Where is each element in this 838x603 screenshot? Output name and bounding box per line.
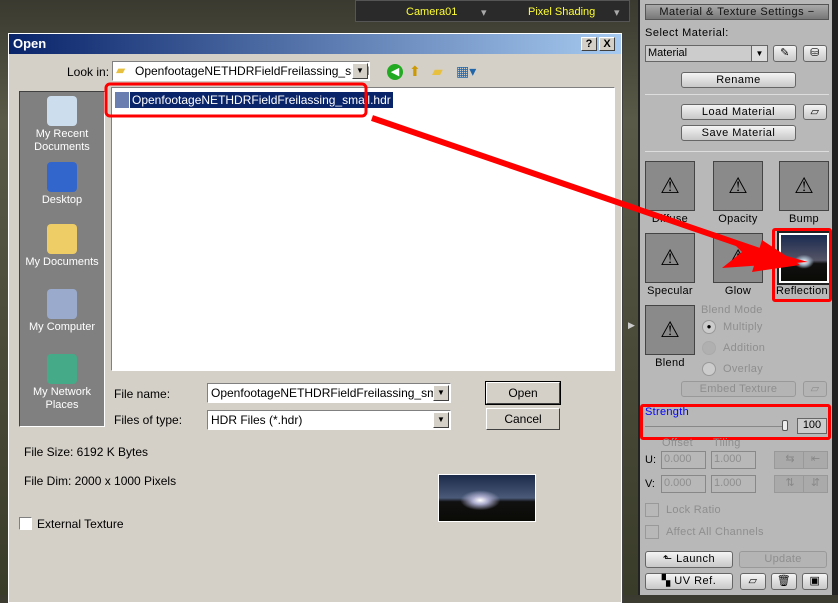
- highlight-box: [104, 82, 368, 118]
- annotation-arrow: [371, 115, 781, 261]
- annotation-overlay: [104, 82, 808, 272]
